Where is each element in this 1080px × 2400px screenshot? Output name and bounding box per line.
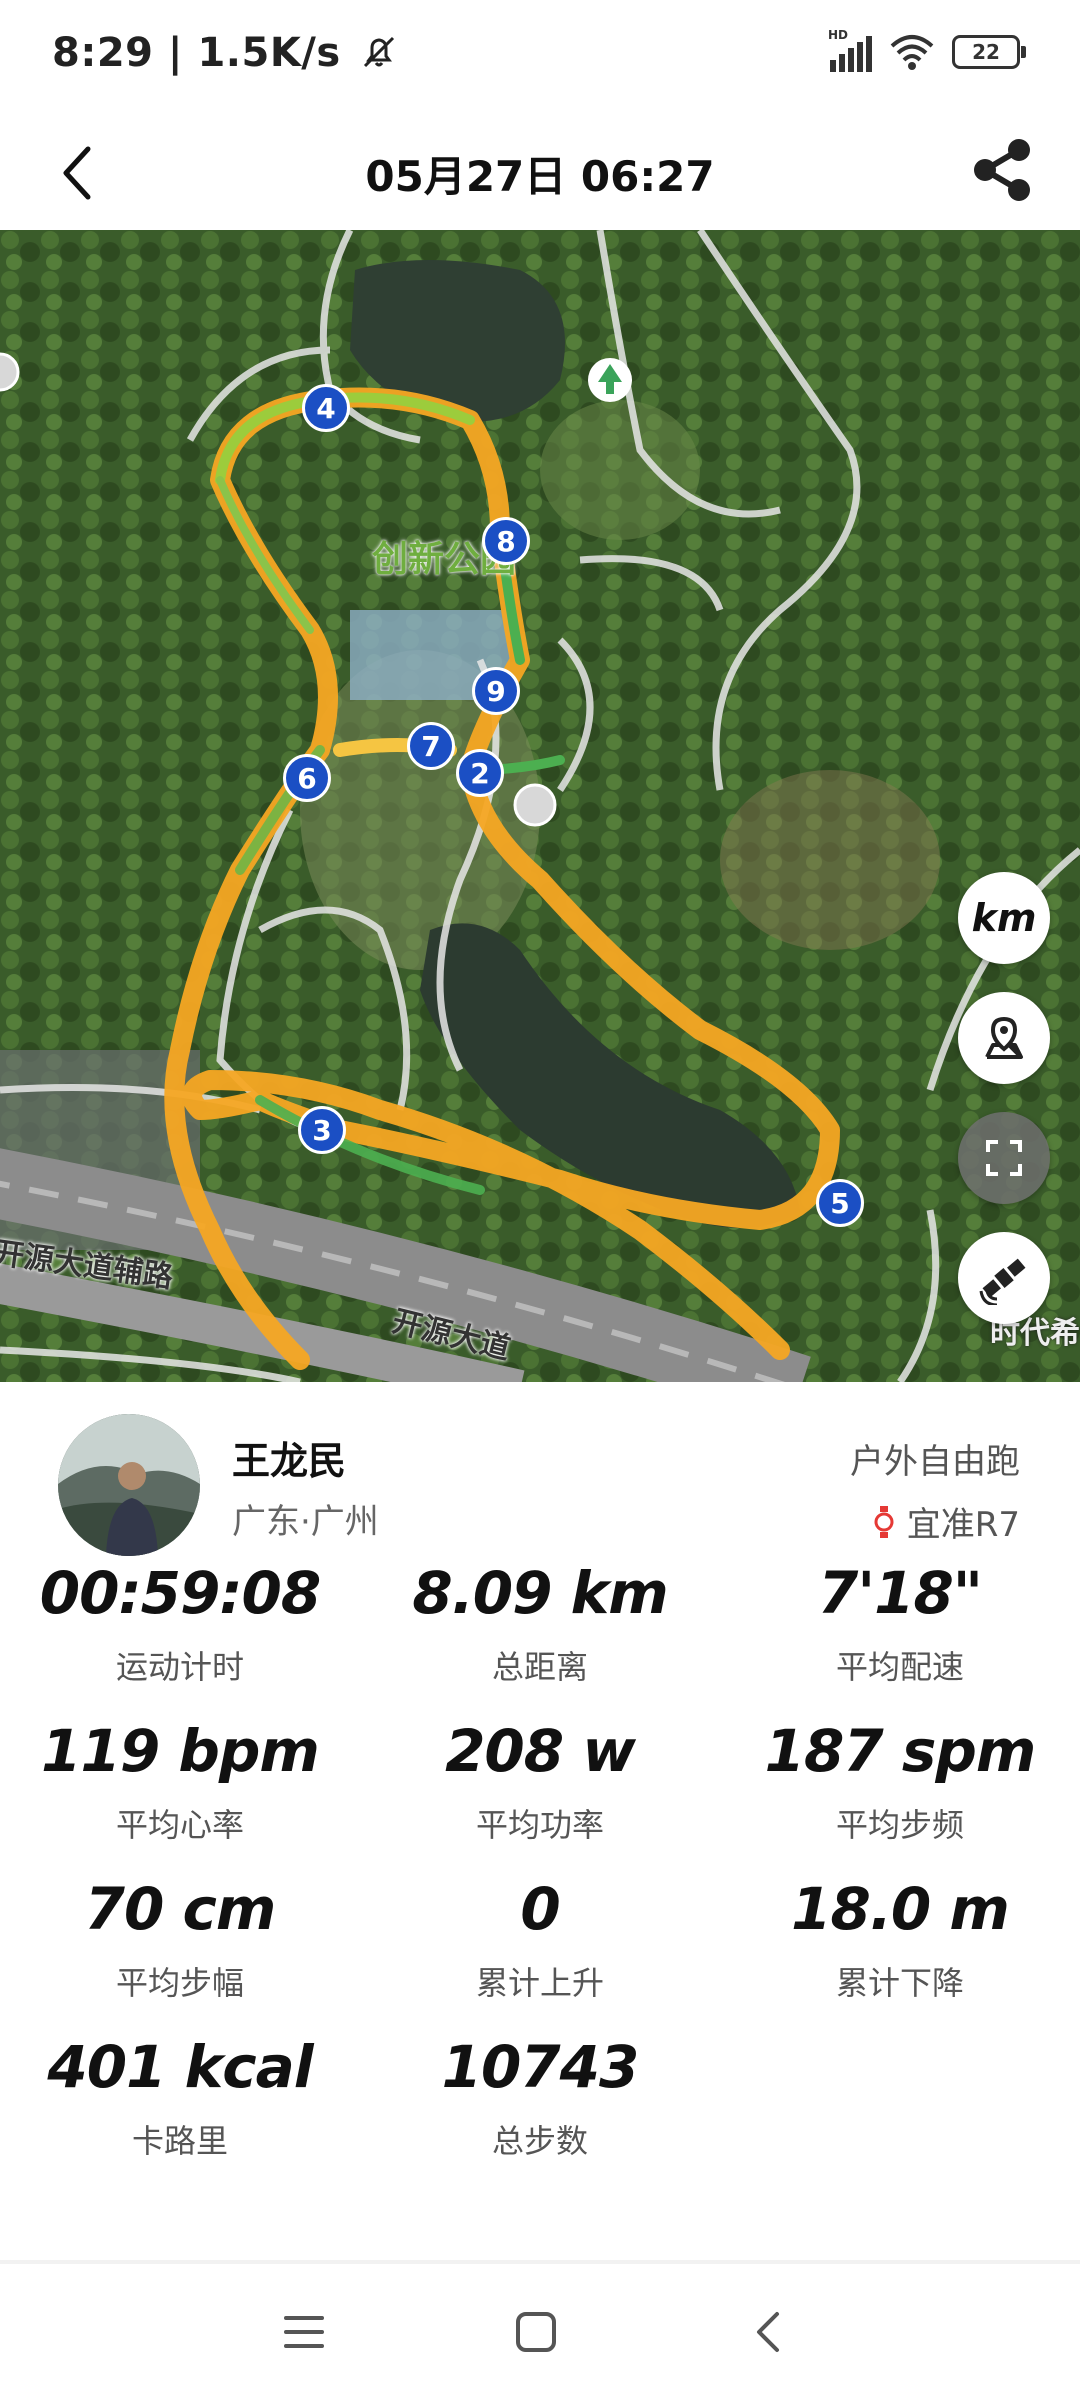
page-title: 05月27日 06:27 xyxy=(365,152,715,201)
stat-pace: 7'18" 平均配速 xyxy=(720,1564,1080,1688)
km-label: km xyxy=(971,896,1037,940)
status-time-speed: 8:29 | 1.5K/s xyxy=(52,30,399,76)
wifi-icon xyxy=(890,35,934,70)
stat-value: 187 spm xyxy=(764,1717,1037,1785)
profile-section: 王龙民 广东·广州 户外自由跑 宜准R7 xyxy=(0,1382,1080,1556)
map-canvas xyxy=(0,230,1080,1382)
user-name: 王龙民 xyxy=(232,1439,347,1483)
stat-value: 10743 xyxy=(441,2033,640,2101)
stat-descent: 18.0 m 累计下降 xyxy=(720,1880,1080,2004)
user-location: 广东·广州 xyxy=(232,1502,379,1542)
status-bar: 8:29 | 1.5K/s HD 22 xyxy=(0,0,1080,115)
satellite-button[interactable] xyxy=(958,1232,1050,1324)
satellite-icon xyxy=(979,1258,1026,1305)
share-icon xyxy=(974,139,1030,201)
fullscreen-button[interactable] xyxy=(958,1112,1050,1204)
stat-label: 平均心率 xyxy=(115,1806,244,1844)
stat-value: 401 kcal xyxy=(47,2033,313,2101)
stat-label: 平均步幅 xyxy=(115,1964,244,2002)
stat-duration: 00:59:08 运动计时 xyxy=(0,1564,360,1688)
stat-distance: 8.09 km 总距离 xyxy=(360,1564,720,1688)
expand-icon xyxy=(986,1140,1022,1176)
stat-label: 运动计时 xyxy=(115,1648,244,1686)
battery-icon: 22 xyxy=(952,35,1026,69)
location-pin-icon xyxy=(985,1016,1023,1059)
device-name: 宜准R7 xyxy=(906,1505,1020,1545)
stat-value: 119 bpm xyxy=(41,1717,320,1785)
avatar[interactable] xyxy=(58,1414,200,1556)
stat-value: 208 w xyxy=(445,1717,636,1785)
route-marker-2[interactable]: 2 xyxy=(456,749,504,797)
stat-label: 平均功率 xyxy=(475,1806,604,1844)
stat-value: 00:59:08 xyxy=(39,1559,322,1627)
location-button[interactable] xyxy=(958,992,1050,1084)
stat-label: 总距离 xyxy=(491,1648,588,1686)
nav-home-button[interactable] xyxy=(496,2296,576,2368)
app-header: 05月27日 06:27 xyxy=(0,115,1080,230)
back-triangle-icon xyxy=(757,2312,779,2352)
route-marker-3[interactable]: 3 xyxy=(298,1106,346,1154)
stat-steps: 10743 总步数 xyxy=(360,2038,720,2162)
stat-ascent: 0 累计上升 xyxy=(360,1880,720,2004)
network-label: HD xyxy=(828,28,849,42)
stat-power: 208 w 平均功率 xyxy=(360,1722,720,1846)
watch-icon xyxy=(874,1505,894,1538)
route-marker-8[interactable]: 8 xyxy=(482,517,530,565)
stat-cadence: 187 spm 平均步频 xyxy=(720,1722,1080,1846)
stat-value: 0 xyxy=(520,1875,560,1943)
stat-value: 8.09 km xyxy=(412,1559,668,1627)
stat-label: 卡路里 xyxy=(131,2122,228,2160)
route-marker-7[interactable]: 7 xyxy=(407,722,455,770)
system-nav-bar xyxy=(0,2264,1080,2400)
share-button[interactable] xyxy=(962,130,1042,210)
stat-label: 平均配速 xyxy=(835,1648,964,1686)
activity-type: 户外自由跑 xyxy=(850,1442,1020,1482)
km-toggle-button[interactable]: km xyxy=(958,872,1050,964)
stat-value: 7'18" xyxy=(817,1559,983,1627)
route-marker-6[interactable]: 6 xyxy=(283,754,331,802)
signal-icon: HD xyxy=(828,28,872,72)
mute-bell-icon xyxy=(364,36,395,68)
device-info: 宜准R7 xyxy=(873,1497,1020,1546)
stat-heart-rate: 119 bpm 平均心率 xyxy=(0,1722,360,1846)
stat-label: 累计下降 xyxy=(835,1964,964,2002)
status-icons: HD 22 xyxy=(828,28,1026,72)
home-square-icon xyxy=(516,2312,556,2352)
route-marker-4[interactable]: 4 xyxy=(302,384,350,432)
stat-label: 平均步频 xyxy=(835,1806,964,1844)
route-marker-9[interactable]: 9 xyxy=(472,667,520,715)
stat-stride: 70 cm 平均步幅 xyxy=(0,1880,360,2004)
stat-label: 累计上升 xyxy=(475,1964,604,2002)
nav-back-button[interactable] xyxy=(728,2296,808,2368)
avatar-photo xyxy=(58,1414,200,1556)
stat-label: 总步数 xyxy=(491,2122,588,2160)
battery-level: 22 xyxy=(972,40,1000,64)
stat-value: 70 cm xyxy=(84,1875,277,1943)
route-map[interactable]: 创新公园 开源大道辅路 开源大道 时代希 2 3 4 5 6 7 8 9 km xyxy=(0,230,1080,1382)
route-marker-5[interactable]: 5 xyxy=(816,1179,864,1227)
stat-calories: 401 kcal 卡路里 xyxy=(0,2038,360,2162)
menu-icon xyxy=(284,2316,324,2348)
stat-value: 18.0 m xyxy=(791,1875,1010,1943)
nav-menu-button[interactable] xyxy=(264,2296,344,2368)
